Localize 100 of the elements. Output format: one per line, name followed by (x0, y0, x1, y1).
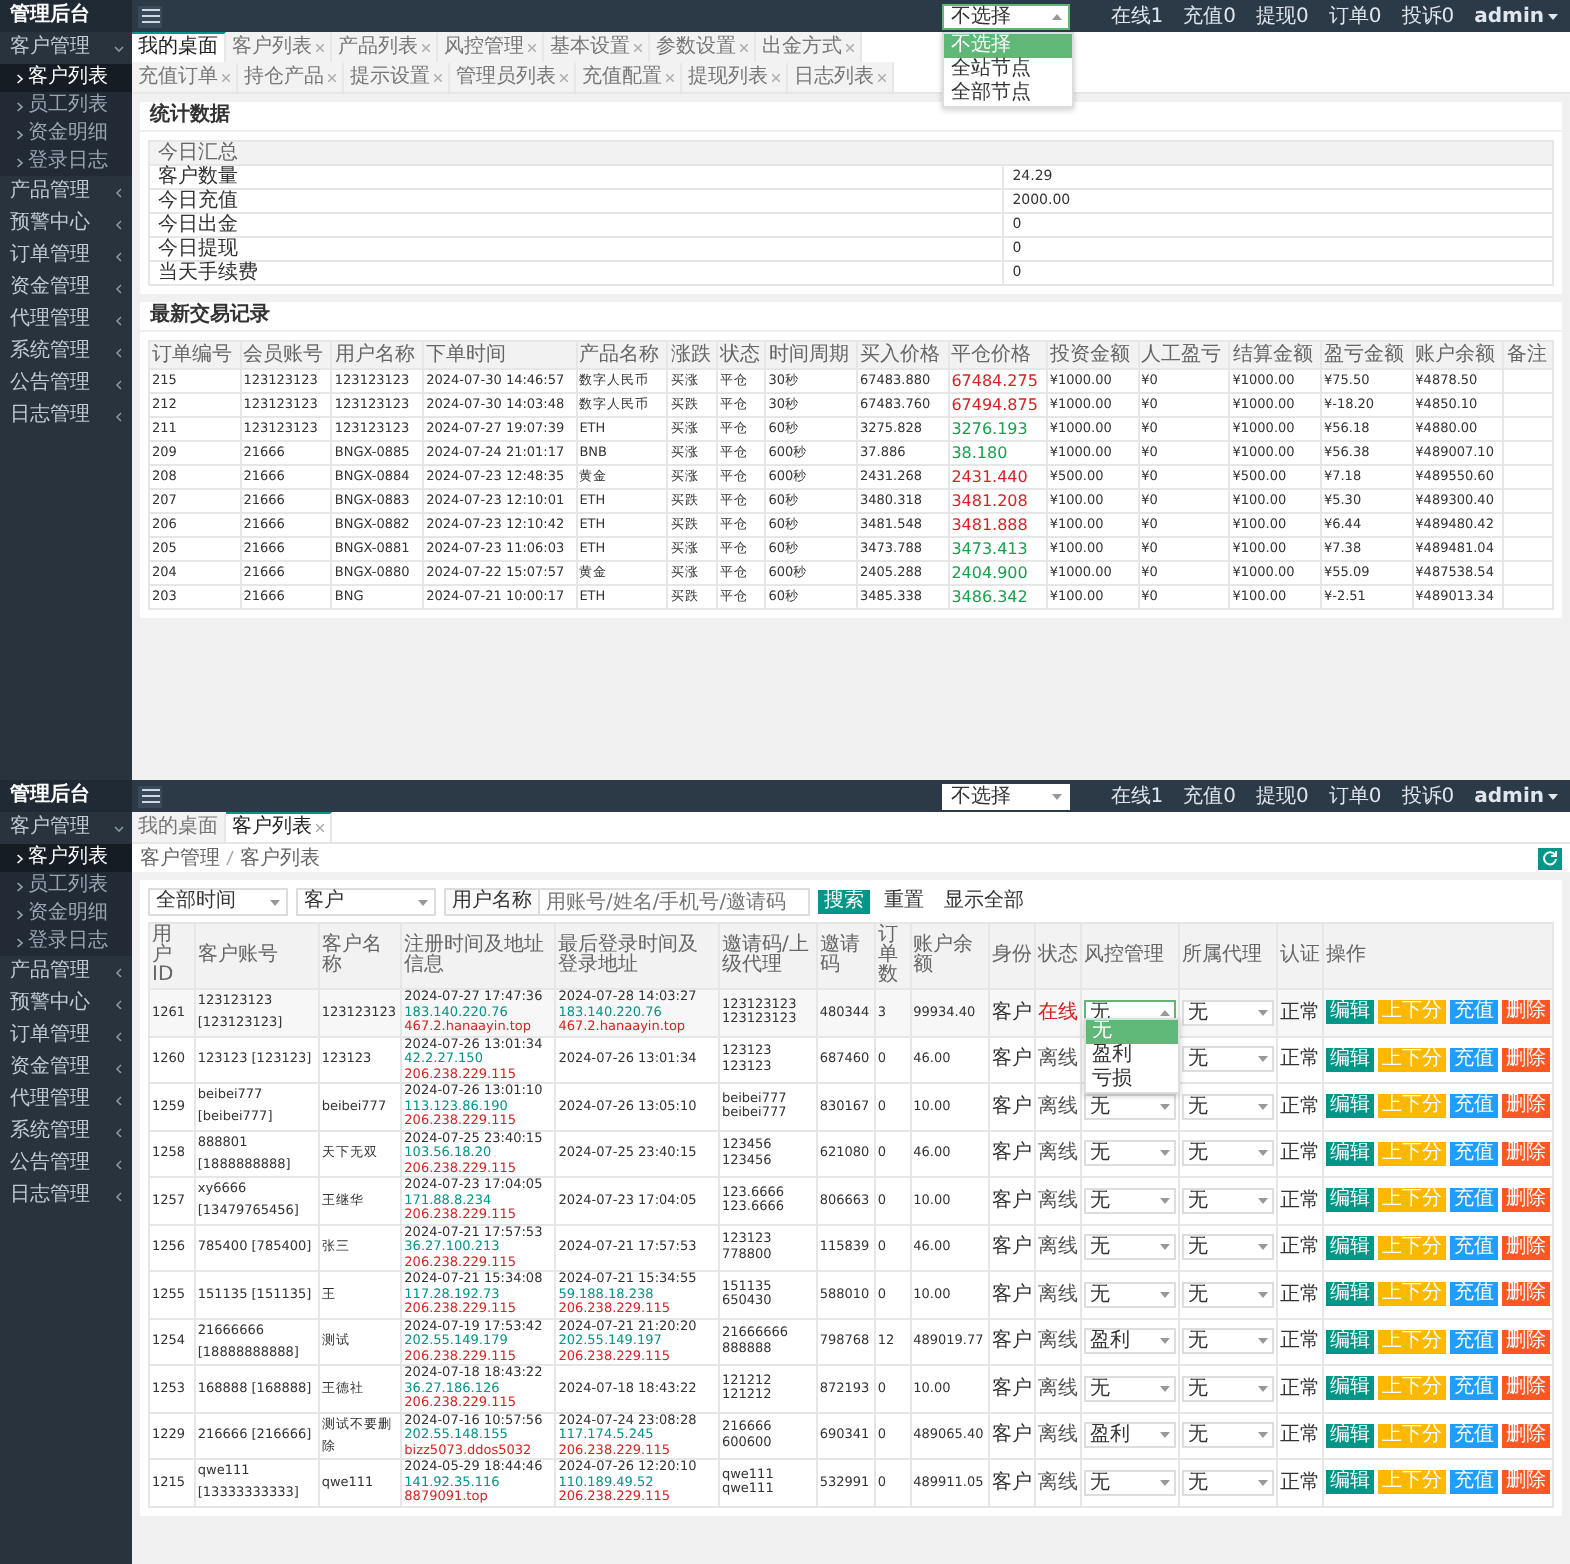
agent-select[interactable]: 无 (1181, 1281, 1274, 1308)
sidebar-item[interactable]: 预警中心 (0, 988, 132, 1020)
risk-select[interactable]: 无 (1083, 1187, 1176, 1214)
risk-select[interactable]: 无 (1083, 1093, 1176, 1120)
action-button[interactable]: 编辑 (1325, 1000, 1374, 1025)
sidebar-item[interactable]: 客户管理 (0, 32, 132, 64)
action-button[interactable]: 删除 (1501, 1047, 1550, 1072)
risk-select[interactable]: 盈利 (1083, 1328, 1176, 1355)
action-button[interactable]: 编辑 (1325, 1188, 1374, 1213)
counter-link[interactable]: 在线1 (1110, 782, 1164, 810)
tab[interactable]: 出金方式 (756, 32, 862, 62)
reset-button[interactable]: 重置 (878, 890, 930, 914)
node-select[interactable]: 不选择 (942, 3, 1071, 29)
counter-link[interactable]: 在线1 (1110, 2, 1164, 30)
dropdown-option[interactable]: 全站节点 (944, 57, 1073, 81)
tab[interactable]: 提示设置 (344, 62, 450, 92)
tab[interactable]: 产品列表 (332, 32, 438, 62)
action-button[interactable]: 删除 (1501, 1470, 1550, 1495)
sidebar-item[interactable]: 客户管理 (0, 812, 132, 844)
tab[interactable]: 客户列表 (226, 32, 332, 62)
tab[interactable]: 我的桌面 (132, 32, 226, 62)
counter-link[interactable]: 投诉0 (1401, 2, 1455, 30)
risk-select[interactable]: 无 (1083, 1234, 1176, 1261)
action-button[interactable]: 编辑 (1325, 1423, 1374, 1448)
tab[interactable]: 参数设置 (650, 32, 756, 62)
counter-link[interactable]: 提现0 (1256, 782, 1309, 810)
agent-select[interactable]: 无 (1181, 1046, 1274, 1073)
tab[interactable]: 充值配置 (576, 62, 682, 92)
risk-select[interactable]: 无 (1083, 1281, 1176, 1308)
counter-link[interactable]: 投诉0 (1401, 782, 1455, 810)
risk-select[interactable]: 无 (1083, 1140, 1176, 1167)
action-button[interactable]: 删除 (1501, 1000, 1550, 1025)
node-select[interactable]: 不选择 (942, 783, 1071, 809)
sidebar-subitem[interactable]: 客户列表 (0, 64, 132, 92)
action-button[interactable]: 编辑 (1325, 1141, 1374, 1166)
search-field[interactable]: 用账号/姓名/手机号/邀请码 (538, 888, 810, 916)
sidebar-item[interactable]: 系统管理 (0, 336, 132, 368)
sidebar-item[interactable]: 日志管理 (0, 400, 132, 432)
agent-select[interactable]: 无 (1181, 1375, 1274, 1402)
sidebar-item[interactable]: 产品管理 (0, 956, 132, 988)
sidebar-subitem[interactable]: 登录日志 (0, 928, 132, 956)
tab[interactable]: 基本设置 (544, 32, 650, 62)
action-button[interactable]: 删除 (1501, 1376, 1550, 1401)
risk-select[interactable]: 盈利 (1083, 1422, 1176, 1449)
menu-button[interactable] (138, 785, 162, 807)
action-button[interactable]: 删除 (1501, 1329, 1550, 1354)
sidebar-item[interactable]: 日志管理 (0, 1180, 132, 1212)
risk-select[interactable]: 无 (1083, 1469, 1176, 1496)
tab[interactable]: 我的桌面 (132, 812, 226, 842)
agent-select[interactable]: 无 (1181, 1234, 1274, 1261)
sidebar-subitem[interactable]: 登录日志 (0, 148, 132, 176)
tab[interactable]: 风控管理 (438, 32, 544, 62)
agent-select[interactable]: 无 (1181, 1328, 1274, 1355)
role-select[interactable]: 客户 (296, 888, 436, 916)
action-button[interactable]: 编辑 (1325, 1329, 1374, 1354)
dropdown-option[interactable]: 亏损 (1085, 1068, 1178, 1092)
user-menu[interactable]: admin (1474, 785, 1558, 807)
action-button[interactable]: 编辑 (1325, 1047, 1374, 1072)
action-button[interactable]: 编辑 (1325, 1376, 1374, 1401)
refresh-button[interactable] (1538, 847, 1562, 869)
sidebar-item[interactable]: 资金管理 (0, 1052, 132, 1084)
sidebar-item[interactable]: 代理管理 (0, 304, 132, 336)
risk-select[interactable]: 无 (1083, 1375, 1176, 1402)
sidebar-subitem[interactable]: 客户列表 (0, 844, 132, 872)
sidebar-subitem[interactable]: 资金明细 (0, 120, 132, 148)
action-button[interactable]: 删除 (1501, 1094, 1550, 1119)
agent-select[interactable]: 无 (1181, 999, 1274, 1026)
sidebar-item[interactable]: 系统管理 (0, 1116, 132, 1148)
sidebar-item[interactable]: 订单管理 (0, 240, 132, 272)
action-button[interactable]: 编辑 (1325, 1094, 1374, 1119)
sidebar-item[interactable]: 订单管理 (0, 1020, 132, 1052)
action-button[interactable]: 删除 (1501, 1423, 1550, 1448)
counter-link[interactable]: 提现0 (1256, 2, 1309, 30)
action-button[interactable]: 编辑 (1325, 1470, 1374, 1495)
tab[interactable]: 充值订单 (132, 62, 238, 92)
sidebar-subitem[interactable]: 员工列表 (0, 92, 132, 120)
counter-link[interactable]: 充值0 (1183, 782, 1236, 810)
dropdown-option[interactable]: 全部节点 (944, 81, 1073, 105)
sidebar-item[interactable]: 预警中心 (0, 208, 132, 240)
search-button[interactable]: 搜索 (818, 890, 870, 914)
tab[interactable]: 持仓产品 (238, 62, 344, 92)
agent-select[interactable]: 无 (1181, 1093, 1274, 1120)
sidebar-item[interactable]: 产品管理 (0, 176, 132, 208)
counter-link[interactable]: 订单0 (1328, 782, 1382, 810)
sidebar-item[interactable]: 资金管理 (0, 272, 132, 304)
sidebar-item[interactable]: 公告管理 (0, 1148, 132, 1180)
menu-button[interactable] (138, 5, 162, 27)
action-button[interactable]: 删除 (1501, 1188, 1550, 1213)
user-menu[interactable]: admin (1474, 5, 1558, 27)
tab[interactable]: 日志列表 (788, 62, 894, 92)
counter-link[interactable]: 订单0 (1328, 2, 1382, 30)
tab[interactable]: 管理员列表 (450, 62, 576, 92)
sidebar-subitem[interactable]: 资金明细 (0, 900, 132, 928)
action-button[interactable]: 编辑 (1325, 1282, 1374, 1307)
agent-select[interactable]: 无 (1181, 1140, 1274, 1167)
time-select[interactable]: 全部时间 (148, 888, 288, 916)
agent-select[interactable]: 无 (1181, 1469, 1274, 1496)
action-button[interactable]: 删除 (1501, 1282, 1550, 1307)
sidebar-subitem[interactable]: 员工列表 (0, 872, 132, 900)
sidebar-item[interactable]: 代理管理 (0, 1084, 132, 1116)
